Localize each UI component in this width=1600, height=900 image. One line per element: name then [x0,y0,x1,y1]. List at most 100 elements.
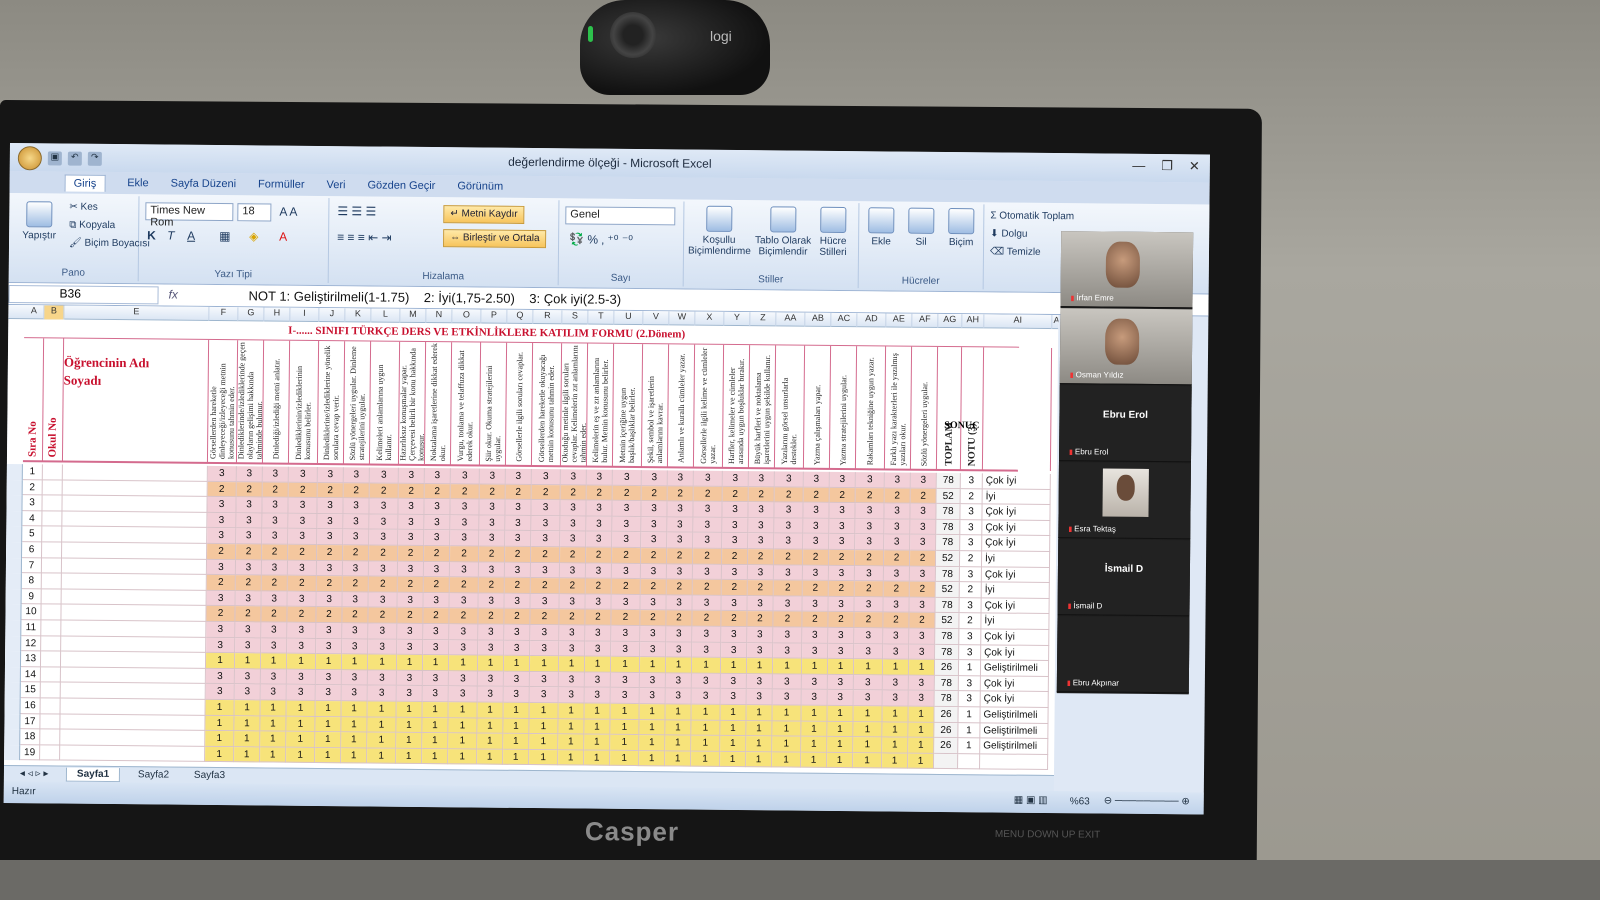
total-cell[interactable]: 26 [934,738,959,754]
row-header[interactable] [5,619,22,636]
score-cell[interactable]: 3 [641,516,668,533]
score-cell[interactable]: 1 [610,719,640,736]
result-cell[interactable]: İyi [981,582,1050,599]
criterion-header-26[interactable]: Farklı yazı karakterleri ile yazılmış ya… [884,346,913,470]
score-cell[interactable]: 3 [530,593,560,610]
column-header-af[interactable]: AF [912,313,939,328]
score-cell[interactable]: 3 [774,471,804,488]
score-cell[interactable]: 2 [909,581,936,598]
score-cell[interactable]: 3 [560,500,587,517]
tab-data[interactable]: Veri [326,179,345,191]
score-cell[interactable]: 3 [450,530,480,547]
score-cell[interactable]: 3 [236,512,263,529]
score-cell[interactable]: 2 [207,481,237,498]
score-cell[interactable]: 2 [235,575,262,592]
score-cell[interactable]: 3 [772,674,802,691]
student-name-cell[interactable] [62,495,208,513]
student-name-cell[interactable] [60,729,206,747]
score-cell[interactable]: 3 [855,518,885,535]
total-cell[interactable]: 78 [936,519,961,536]
score-cell[interactable]: 1 [422,717,449,734]
row-number-cell[interactable]: 18 [20,729,41,746]
score-cell[interactable]: 1 [260,747,287,764]
score-cell[interactable]: 3 [424,467,451,484]
score-cell[interactable]: 3 [398,514,425,531]
score-cell[interactable]: 1 [665,735,692,752]
score-cell[interactable]: 1 [341,716,368,733]
okul-no-cell[interactable] [40,713,61,730]
score-cell[interactable]: 3 [236,497,263,514]
score-cell[interactable]: 2 [504,546,532,563]
score-cell[interactable]: 2 [530,547,561,563]
number-format-select[interactable]: Genel [565,206,676,226]
score-cell[interactable]: 3 [829,534,856,551]
result-cell[interactable]: Geliştirilmeli [980,738,1049,755]
criterion-header-4[interactable]: Dinlediklerinin/izlediklerinin konusunu … [288,340,320,464]
score-cell[interactable]: 3 [639,672,666,689]
score-cell[interactable]: 2 [317,544,344,561]
criterion-header-24[interactable]: Yazma stratejilerini uygular. [829,345,858,470]
score-cell[interactable]: 3 [369,467,399,484]
score-cell[interactable]: 3 [908,691,935,707]
criterion-header-21[interactable]: Büyük harfleri ve noktalama işaretlerini… [748,345,777,469]
score-cell[interactable]: 1 [827,659,855,675]
score-cell[interactable]: 2 [803,487,830,504]
sira-no-header[interactable]: Sıra No [22,338,45,462]
score-cell[interactable]: 1 [853,737,883,754]
score-cell[interactable]: 2 [692,548,723,565]
score-cell[interactable]: 2 [693,486,723,503]
score-cell[interactable]: 2 [640,610,667,627]
view-buttons-icon[interactable]: ▦ ▣ ▥ [1014,795,1048,806]
score-cell[interactable]: 2 [450,483,480,500]
score-cell[interactable]: 3 [802,643,829,660]
minimize-button[interactable]: — [1132,158,1145,174]
score-cell[interactable]: 3 [882,690,909,707]
result-cell[interactable]: Çok İyi [980,691,1049,708]
score-cell[interactable]: 3 [529,687,559,704]
score-cell[interactable]: 2 [424,483,451,500]
score-cell[interactable]: 1 [529,749,559,766]
score-cell[interactable]: 1 [367,654,398,671]
score-cell[interactable]: 1 [448,702,478,719]
score-cell[interactable]: 3 [827,674,854,691]
score-cell[interactable]: 3 [853,690,883,707]
student-name-cell[interactable] [61,604,207,622]
score-cell[interactable]: 3 [665,688,692,705]
score-cell[interactable]: 1 [908,659,936,676]
score-cell[interactable]: 2 [559,609,586,626]
score-cell[interactable]: 3 [611,625,641,642]
result-cell[interactable]: Çok İyi [982,535,1051,552]
restore-button[interactable]: ❐ [1161,158,1173,174]
score-cell[interactable]: 3 [802,627,829,644]
score-cell[interactable]: 3 [207,465,237,482]
score-cell[interactable]: 2 [261,575,288,592]
score-cell[interactable]: 3 [450,468,480,485]
score-cell[interactable]: 2 [883,581,910,598]
score-cell[interactable]: 3 [368,639,398,655]
total-cell[interactable]: 26 [934,722,959,739]
total-cell[interactable]: 52 [935,613,960,630]
font-color-icon[interactable]: A [279,230,287,244]
score-cell[interactable]: 1 [529,703,559,719]
score-cell[interactable]: 2 [369,483,399,499]
result-cell[interactable]: Çok İyi [982,520,1051,537]
sheet-tab-2[interactable]: Sayfa2 [128,768,179,781]
score-cell[interactable]: 3 [530,625,560,641]
score-cell[interactable]: 1 [720,720,747,737]
score-cell[interactable]: 3 [368,623,398,640]
score-cell[interactable]: 1 [801,752,828,769]
score-cell[interactable]: 3 [423,639,450,656]
tab-view[interactable]: Görünüm [457,180,503,192]
score-cell[interactable]: 1 [286,653,317,670]
score-cell[interactable]: 3 [531,469,561,485]
score-cell[interactable]: 2 [854,581,884,598]
column-header-ai[interactable]: AI [984,314,1053,330]
score-cell[interactable]: 1 [584,719,611,735]
score-cell[interactable]: 2 [342,576,369,593]
score-cell[interactable]: 3 [262,513,289,530]
row-number-cell[interactable]: 5 [22,526,43,543]
score-cell[interactable]: 1 [558,750,585,766]
score-cell[interactable]: 3 [883,597,910,614]
score-cell[interactable]: 3 [855,503,885,520]
okul-no-cell[interactable] [42,542,63,559]
